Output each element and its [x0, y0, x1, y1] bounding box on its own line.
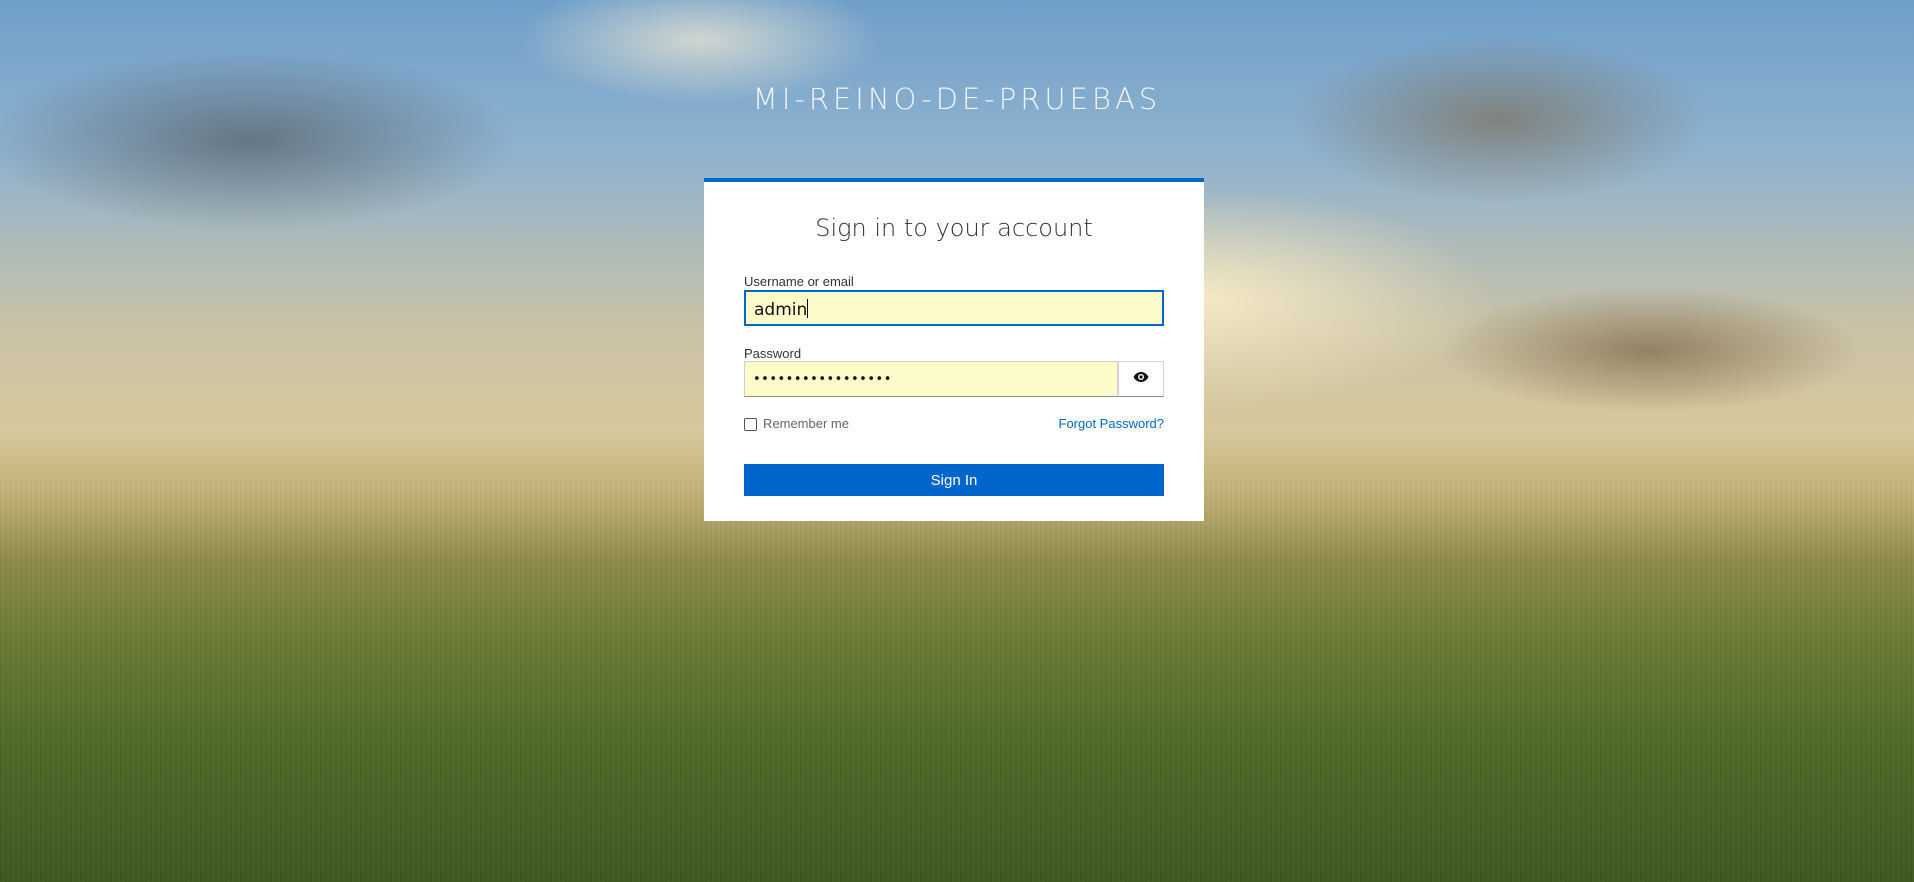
- show-password-button[interactable]: [1118, 361, 1164, 397]
- username-input[interactable]: admin: [744, 290, 1164, 326]
- eye-icon: [1133, 370, 1149, 388]
- remember-me-label[interactable]: Remember me: [763, 416, 849, 431]
- remember-me-checkbox[interactable]: [744, 418, 757, 431]
- username-value: admin: [754, 300, 808, 320]
- login-title: Sign in to your account: [815, 214, 1093, 242]
- login-card: Sign in to your account Username or emai…: [704, 178, 1204, 521]
- realm-name: MI-REINO-DE-PRUEBAS: [752, 82, 1162, 116]
- sign-in-button[interactable]: Sign In: [744, 464, 1164, 496]
- username-label: Username or email: [744, 274, 854, 289]
- forgot-password-link[interactable]: Forgot Password?: [1059, 416, 1165, 431]
- password-label: Password: [744, 346, 802, 361]
- text-caret: [807, 299, 809, 318]
- password-input[interactable]: •••••••••••••••••: [744, 361, 1118, 397]
